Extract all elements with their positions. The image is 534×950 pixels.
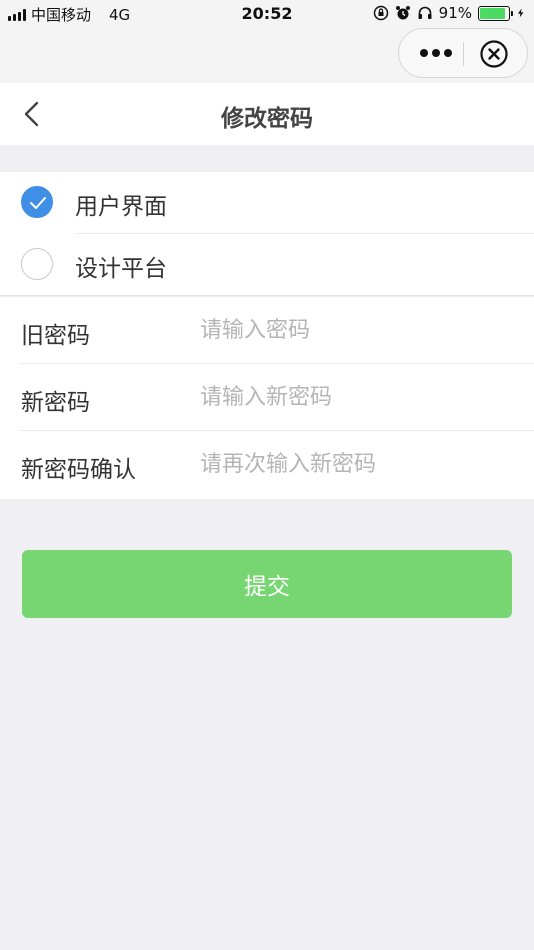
radio-option-design-platform[interactable]: 设计平台 <box>0 234 534 296</box>
battery-icon <box>478 5 513 21</box>
radio-option-user-interface[interactable]: 用户界面 <box>0 172 534 234</box>
capsule-menu <box>398 28 528 78</box>
nav-bar: 修改密码 <box>0 83 534 145</box>
radio-label: 设计平台 <box>75 256 167 282</box>
rotation-lock-icon <box>373 5 388 21</box>
confirm-password-label: 新密码确认 <box>21 457 136 483</box>
alarm-icon <box>395 6 410 20</box>
new-password-label: 新密码 <box>21 390 90 416</box>
confirm-password-row: 新密码确认 <box>0 431 534 498</box>
confirm-password-input[interactable] <box>200 443 520 485</box>
battery-percent: 91% <box>438 4 472 22</box>
old-password-row: 旧密码 <box>0 297 534 364</box>
radio-unchecked-icon[interactable] <box>21 248 53 280</box>
capsule-area <box>0 28 534 83</box>
radio-checked-icon[interactable] <box>21 186 53 218</box>
old-password-label: 旧密码 <box>21 323 90 349</box>
new-password-row: 新密码 <box>0 364 534 431</box>
status-right: 91% <box>373 4 526 22</box>
radio-label: 用户界面 <box>75 194 167 220</box>
more-dots-icon[interactable] <box>409 29 463 77</box>
submit-button[interactable]: 提交 <box>22 550 512 618</box>
status-bar: 中国移动 4G 20:52 91% <box>0 0 534 28</box>
charging-bolt-icon <box>517 8 524 18</box>
headphones-icon <box>418 6 432 19</box>
old-password-input[interactable] <box>200 309 520 351</box>
new-password-input[interactable] <box>200 376 520 418</box>
circle-close-icon[interactable] <box>479 39 509 69</box>
capsule-divider <box>463 42 464 66</box>
page-title: 修改密码 <box>221 106 313 132</box>
interface-radio-group: 用户界面 设计平台 <box>0 172 534 296</box>
password-form: 旧密码 新密码 新密码确认 <box>0 297 534 499</box>
